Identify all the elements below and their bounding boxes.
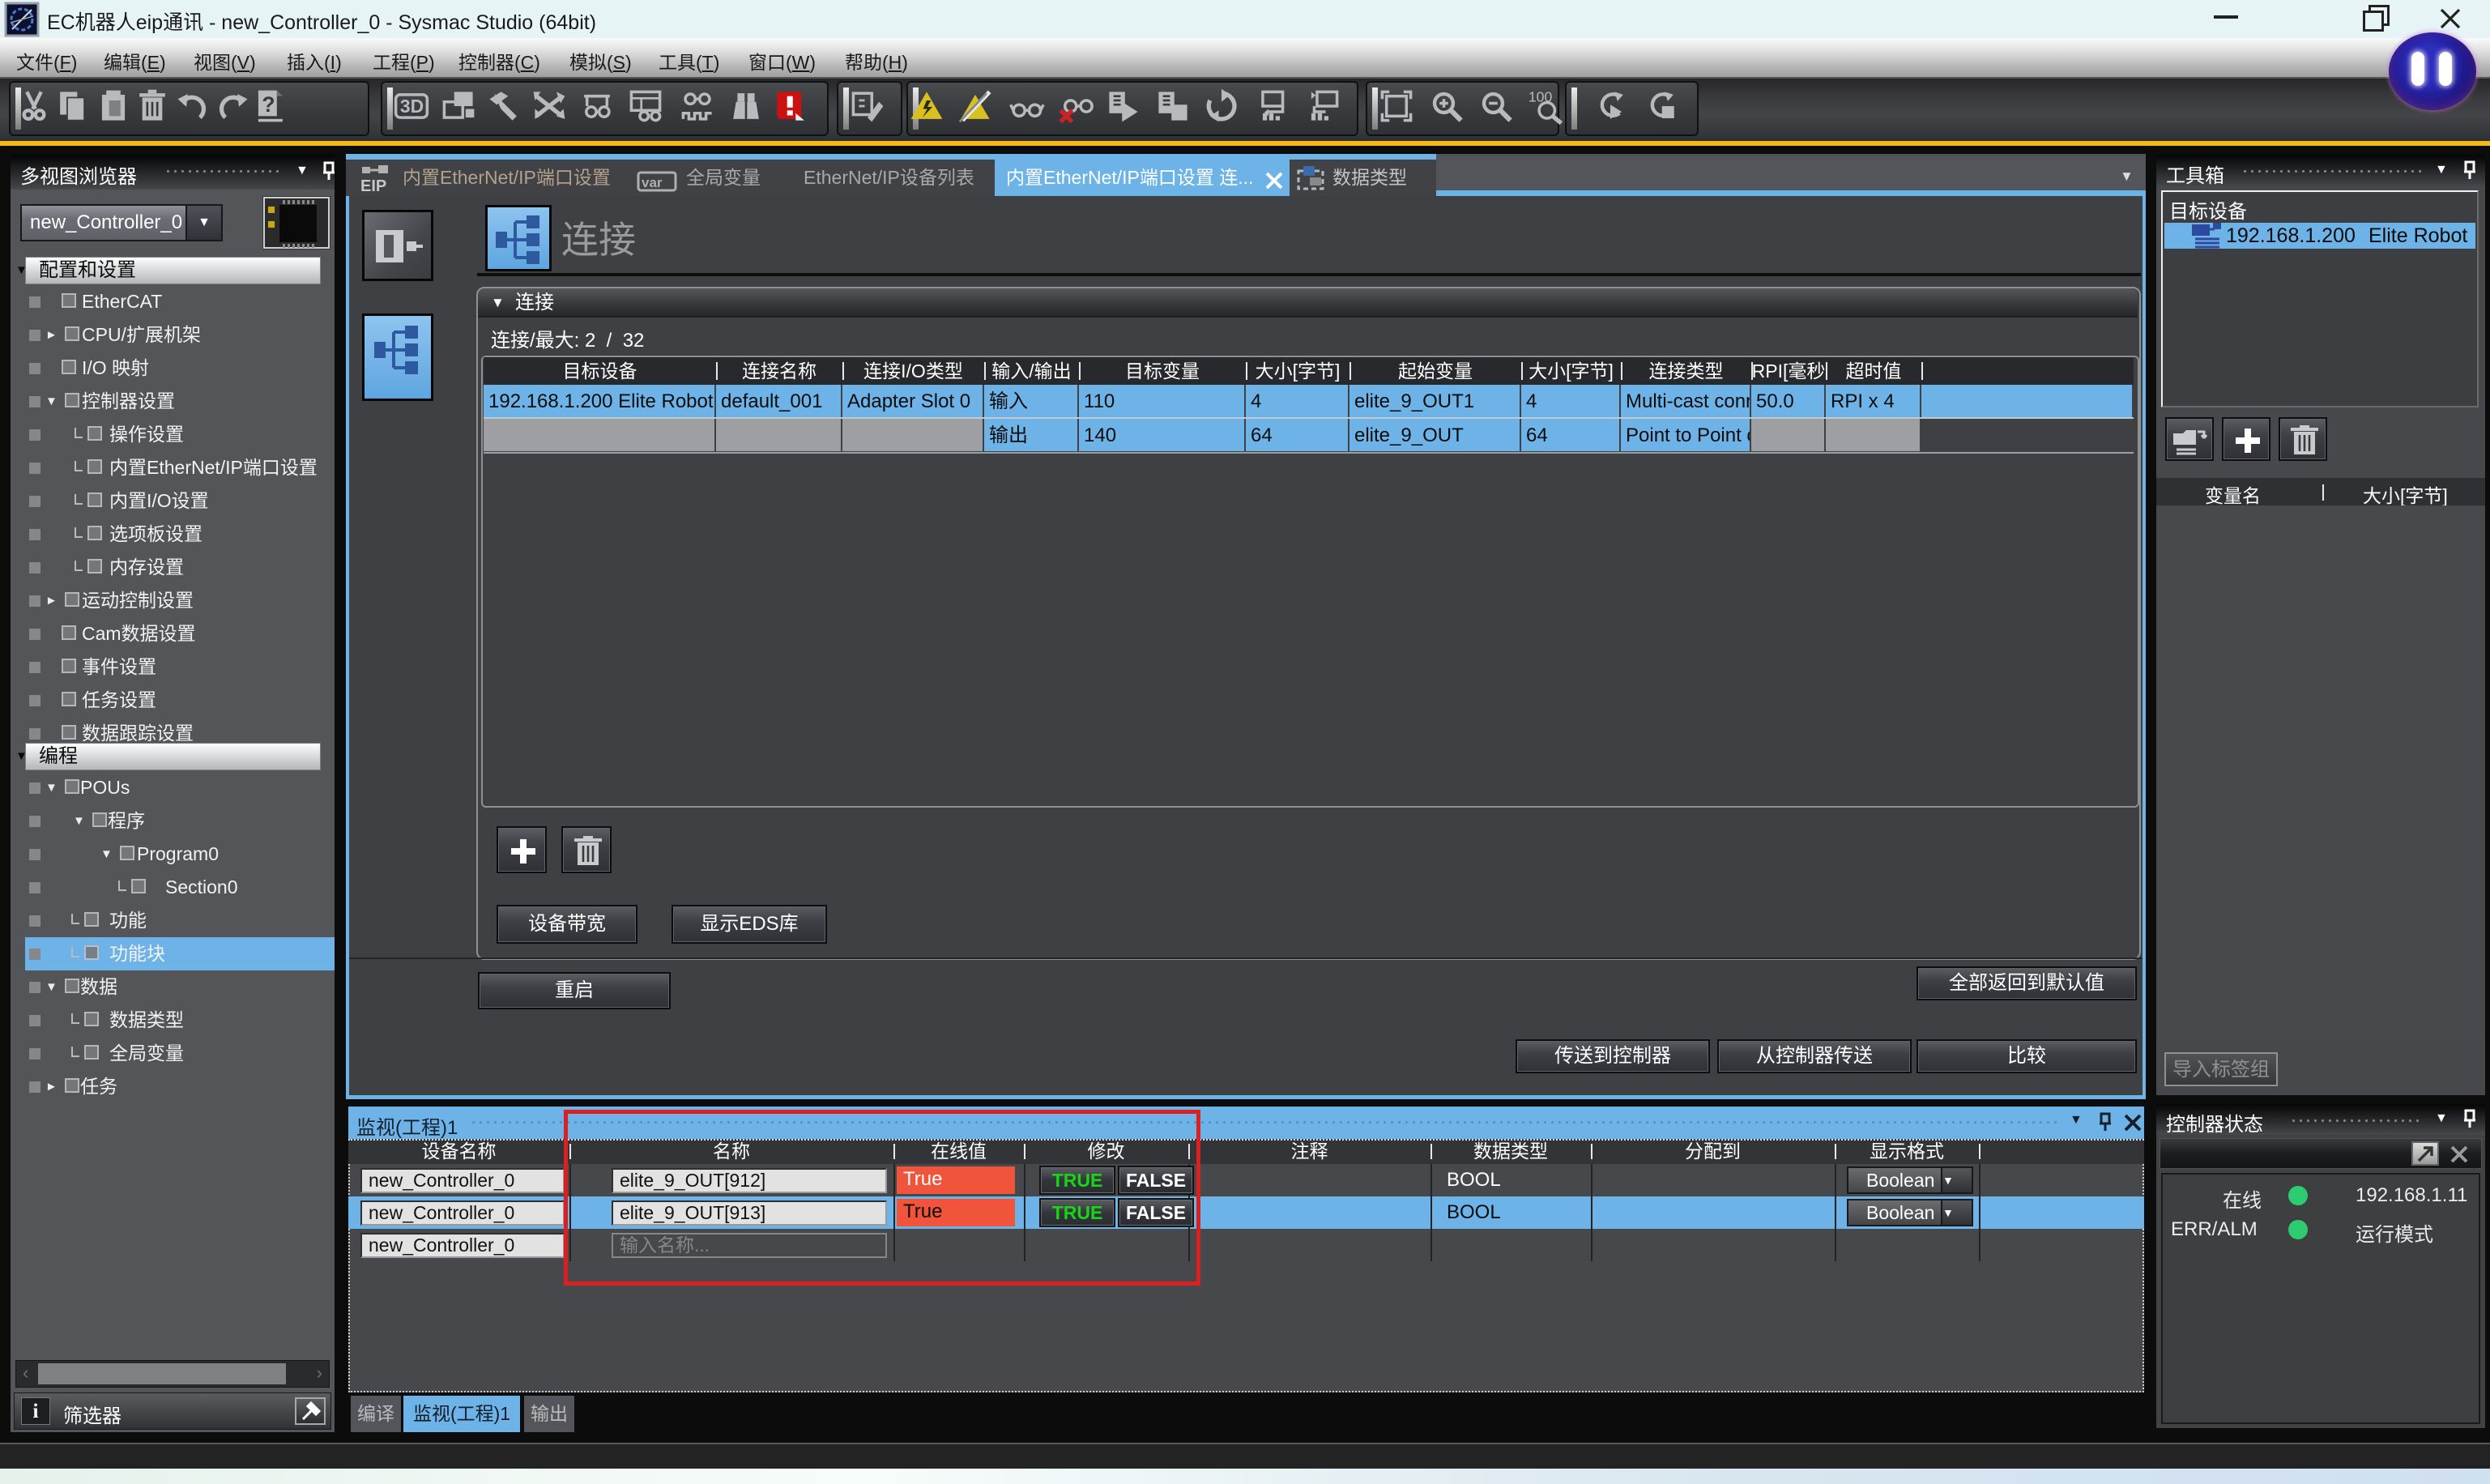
svg-text:3D: 3D bbox=[400, 96, 424, 117]
svg-text:EIP: EIP bbox=[360, 177, 386, 195]
svg-text:var: var bbox=[642, 175, 663, 190]
svg-text:?: ? bbox=[262, 92, 275, 117]
